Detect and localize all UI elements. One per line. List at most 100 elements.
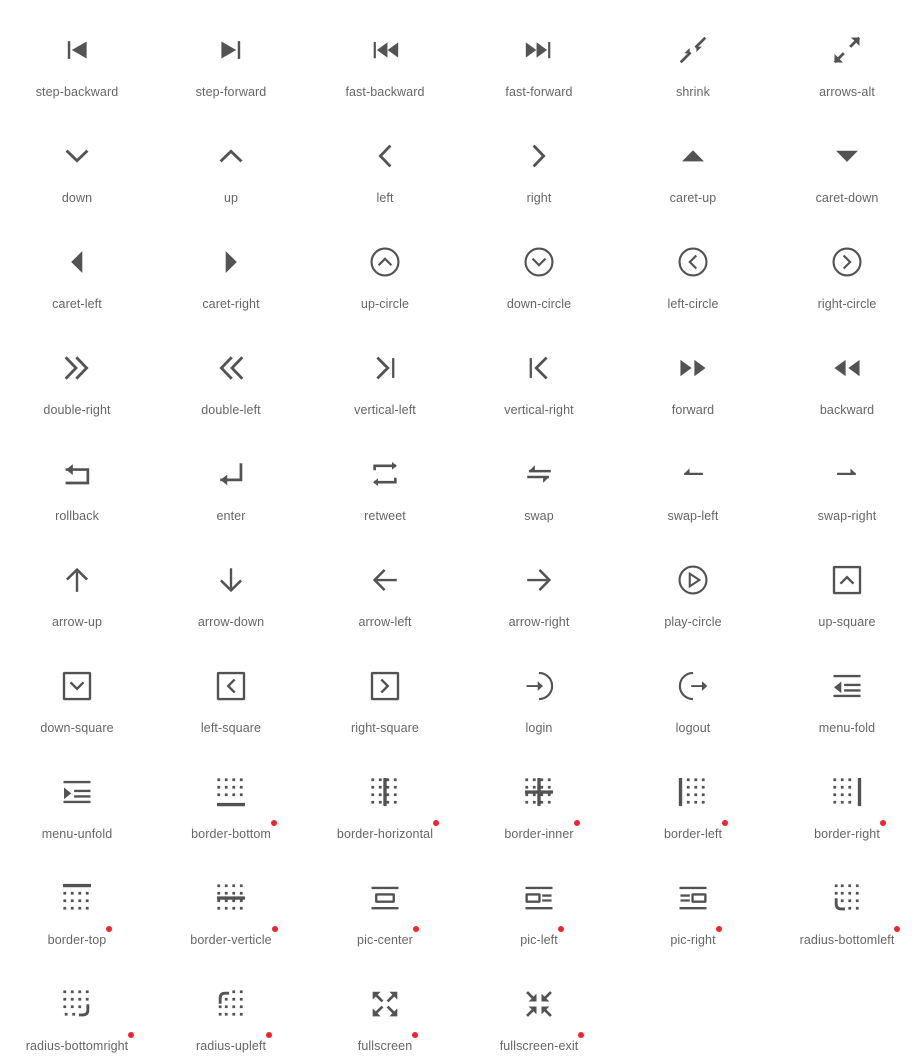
play-circle-icon[interactable]: [669, 556, 717, 604]
arrow-right-icon[interactable]: [515, 556, 563, 604]
border-left-icon[interactable]: [669, 768, 717, 816]
icon-cell-backward[interactable]: backward: [770, 326, 924, 432]
backward-icon[interactable]: [823, 344, 871, 392]
icon-cell-retweet[interactable]: retweet: [308, 432, 462, 538]
icon-cell-play-circle[interactable]: play-circle: [616, 538, 770, 644]
swap-right-icon[interactable]: [823, 450, 871, 498]
arrow-left-icon[interactable]: [361, 556, 409, 604]
up-icon[interactable]: [207, 132, 255, 180]
icon-cell-up-circle[interactable]: up-circle: [308, 220, 462, 326]
icon-cell-border-horizontal[interactable]: border-horizontal: [308, 750, 462, 856]
icon-cell-login[interactable]: login: [462, 644, 616, 750]
caret-down-icon[interactable]: [823, 132, 871, 180]
fullscreen-icon[interactable]: [361, 980, 409, 1028]
icon-cell-caret-right[interactable]: caret-right: [154, 220, 308, 326]
icon-cell-pic-left[interactable]: pic-left: [462, 856, 616, 962]
up-circle-icon[interactable]: [361, 238, 409, 286]
icon-cell-double-right[interactable]: double-right: [0, 326, 154, 432]
left-circle-icon[interactable]: [669, 238, 717, 286]
icon-cell-arrow-left[interactable]: arrow-left: [308, 538, 462, 644]
fast-backward-icon[interactable]: [361, 26, 409, 74]
pic-center-icon[interactable]: [361, 874, 409, 922]
icon-cell-step-forward[interactable]: step-forward: [154, 8, 308, 114]
right-icon[interactable]: [515, 132, 563, 180]
menu-fold-icon[interactable]: [823, 662, 871, 710]
icon-cell-border-bottom[interactable]: border-bottom: [154, 750, 308, 856]
icon-cell-rollback[interactable]: rollback: [0, 432, 154, 538]
icon-cell-caret-left[interactable]: caret-left: [0, 220, 154, 326]
icon-cell-down-circle[interactable]: down-circle: [462, 220, 616, 326]
shrink-icon[interactable]: [669, 26, 717, 74]
radius-upleft-icon[interactable]: [207, 980, 255, 1028]
icon-cell-border-left[interactable]: border-left: [616, 750, 770, 856]
step-backward-icon[interactable]: [53, 26, 101, 74]
icon-cell-pic-right[interactable]: pic-right: [616, 856, 770, 962]
retweet-icon[interactable]: [361, 450, 409, 498]
icon-cell-right[interactable]: right: [462, 114, 616, 220]
rollback-icon[interactable]: [53, 450, 101, 498]
down-icon[interactable]: [53, 132, 101, 180]
border-inner-icon[interactable]: [515, 768, 563, 816]
icon-cell-border-inner[interactable]: border-inner: [462, 750, 616, 856]
right-square-icon[interactable]: [361, 662, 409, 710]
double-right-icon[interactable]: [53, 344, 101, 392]
arrows-alt-icon[interactable]: [823, 26, 871, 74]
down-circle-icon[interactable]: [515, 238, 563, 286]
pic-left-icon[interactable]: [515, 874, 563, 922]
swap-icon[interactable]: [515, 450, 563, 498]
icon-cell-left-circle[interactable]: left-circle: [616, 220, 770, 326]
icon-cell-border-verticle[interactable]: border-verticle: [154, 856, 308, 962]
icon-cell-fullscreen[interactable]: fullscreen: [308, 962, 462, 1060]
fullscreen-exit-icon[interactable]: [515, 980, 563, 1028]
radius-bottomleft-icon[interactable]: [823, 874, 871, 922]
login-icon[interactable]: [515, 662, 563, 710]
icon-cell-enter[interactable]: enter: [154, 432, 308, 538]
icon-cell-menu-fold[interactable]: menu-fold: [770, 644, 924, 750]
icon-cell-border-right[interactable]: border-right: [770, 750, 924, 856]
icon-cell-double-left[interactable]: double-left: [154, 326, 308, 432]
caret-up-icon[interactable]: [669, 132, 717, 180]
icon-cell-swap-right[interactable]: swap-right: [770, 432, 924, 538]
icon-cell-right-circle[interactable]: right-circle: [770, 220, 924, 326]
icon-cell-step-backward[interactable]: step-backward: [0, 8, 154, 114]
fast-forward-icon[interactable]: [515, 26, 563, 74]
border-horizontal-icon[interactable]: [361, 768, 409, 816]
icon-cell-logout[interactable]: logout: [616, 644, 770, 750]
border-verticle-icon[interactable]: [207, 874, 255, 922]
icon-cell-radius-bottomright[interactable]: radius-bottomright: [0, 962, 154, 1060]
right-circle-icon[interactable]: [823, 238, 871, 286]
icon-cell-caret-up[interactable]: caret-up: [616, 114, 770, 220]
icon-cell-up[interactable]: up: [154, 114, 308, 220]
icon-cell-vertical-left[interactable]: vertical-left: [308, 326, 462, 432]
logout-icon[interactable]: [669, 662, 717, 710]
swap-left-icon[interactable]: [669, 450, 717, 498]
icon-cell-down-square[interactable]: down-square: [0, 644, 154, 750]
arrow-down-icon[interactable]: [207, 556, 255, 604]
icon-cell-swap-left[interactable]: swap-left: [616, 432, 770, 538]
icon-cell-left[interactable]: left: [308, 114, 462, 220]
icon-cell-fast-forward[interactable]: fast-forward: [462, 8, 616, 114]
icon-cell-fast-backward[interactable]: fast-backward: [308, 8, 462, 114]
pic-right-icon[interactable]: [669, 874, 717, 922]
icon-cell-arrows-alt[interactable]: arrows-alt: [770, 8, 924, 114]
border-top-icon[interactable]: [53, 874, 101, 922]
vertical-right-icon[interactable]: [515, 344, 563, 392]
icon-cell-up-square[interactable]: up-square: [770, 538, 924, 644]
icon-cell-right-square[interactable]: right-square: [308, 644, 462, 750]
up-square-icon[interactable]: [823, 556, 871, 604]
left-square-icon[interactable]: [207, 662, 255, 710]
radius-bottomright-icon[interactable]: [53, 980, 101, 1028]
down-square-icon[interactable]: [53, 662, 101, 710]
border-bottom-icon[interactable]: [207, 768, 255, 816]
vertical-left-icon[interactable]: [361, 344, 409, 392]
caret-left-icon[interactable]: [53, 238, 101, 286]
icon-cell-left-square[interactable]: left-square: [154, 644, 308, 750]
icon-cell-vertical-right[interactable]: vertical-right: [462, 326, 616, 432]
icon-cell-radius-bottomleft[interactable]: radius-bottomleft: [770, 856, 924, 962]
menu-unfold-icon[interactable]: [53, 768, 101, 816]
icon-cell-arrow-right[interactable]: arrow-right: [462, 538, 616, 644]
icon-cell-pic-center[interactable]: pic-center: [308, 856, 462, 962]
icon-cell-forward[interactable]: forward: [616, 326, 770, 432]
icon-cell-radius-upleft[interactable]: radius-upleft: [154, 962, 308, 1060]
enter-icon[interactable]: [207, 450, 255, 498]
